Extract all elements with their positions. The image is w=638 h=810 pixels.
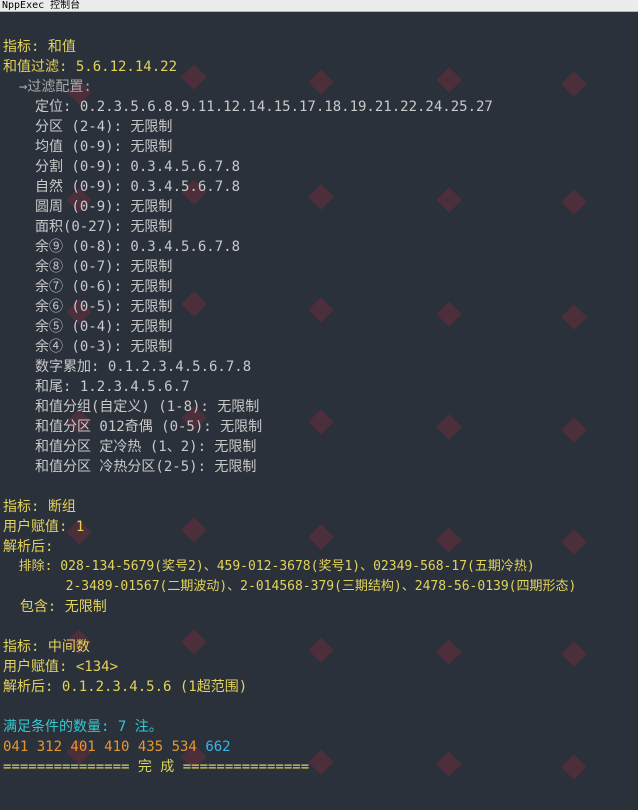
watermark-diamond-icon [308, 69, 334, 95]
config-item: 和值分区 定冷热 (1、2): 无限制 [35, 439, 257, 455]
watermark-diamond-icon [308, 184, 334, 210]
watermark-diamond-icon [436, 301, 462, 327]
watermark-diamond-icon [561, 71, 587, 97]
section-header-break-group: 指标: 断组 [3, 499, 76, 515]
sum-filter-line: 和值过滤: 5.6.12.14.22 [3, 59, 178, 75]
done-banner: =============== 完 成 =============== [3, 759, 310, 775]
watermark-diamond-icon [436, 67, 462, 93]
config-item: 圆周 (0-9): 无限制 [35, 199, 173, 215]
watermark-diamond-icon [181, 64, 207, 90]
config-item: 和值分区 012奇偶 (0-5): 无限制 [35, 419, 263, 435]
watermark-diamond-icon [561, 529, 587, 555]
watermark-diamond-icon [561, 754, 587, 780]
result-count: 满足条件的数量: 7 注。 [3, 719, 163, 735]
config-item: 余⑧ (0-7): 无限制 [35, 259, 173, 275]
config-item: 和尾: 1.2.3.4.5.6.7 [35, 379, 190, 395]
watermark-diamond-icon [436, 527, 462, 553]
result-numbers-blue: 662 [205, 739, 231, 755]
parsed-line: 解析后: 0.1.2.3.4.5.6 (1超范围) [3, 679, 248, 695]
watermark-diamond-icon [308, 409, 334, 435]
watermark-diamond-icon [561, 189, 587, 215]
window-title: NppExec 控制台 [2, 0, 81, 11]
config-item: 余⑥ (0-5): 无限制 [35, 299, 173, 315]
config-item: 定位: 0.2.3.5.6.8.9.11.12.14.15.17.18.19.2… [35, 99, 493, 115]
watermark-diamond-icon [561, 417, 587, 443]
exclude-line-continued: 2-3489-01567(二期波动)、2-014568-379(三期结构)、24… [3, 579, 577, 594]
window-title-bar: NppExec 控制台 [0, 0, 638, 12]
watermark-diamond-icon [436, 751, 462, 777]
config-item: 自然 (0-9): 0.3.4.5.6.7.8 [35, 179, 241, 195]
config-item: 余⑤ (0-4): 无限制 [35, 319, 173, 335]
config-item: 分区 (2-4): 无限制 [35, 119, 173, 135]
exclude-line: 排除: 028-134-5679(奖号2)、459-012-3678(奖号1)、… [3, 559, 535, 574]
result-numbers-orange: 041 312 401 410 435 534 [3, 739, 197, 755]
watermark-diamond-icon [561, 304, 587, 330]
config-item: 余⑨ (0-8): 0.3.4.5.6.7.8 [35, 239, 241, 255]
watermark-diamond-icon [181, 291, 207, 317]
watermark-diamond-icon [308, 637, 334, 663]
watermark-diamond-icon [436, 187, 462, 213]
watermark-diamond-icon [308, 524, 334, 550]
config-item: 余⑦ (0-6): 无限制 [35, 279, 173, 295]
config-item: 均值 (0-9): 无限制 [35, 139, 173, 155]
watermark-diamond-icon [308, 749, 334, 775]
section-header-median: 指标: 中间数 [3, 639, 90, 655]
config-item: 和值分区 冷热分区(2-5): 无限制 [35, 459, 257, 475]
user-value-line: 用户赋值: <134> [3, 659, 119, 675]
config-item: 数字累加: 0.1.2.3.4.5.6.7.8 [35, 359, 252, 375]
filter-config-label: →过滤配置: [19, 79, 92, 95]
parsed-label: 解析后: [3, 539, 54, 555]
result-numbers: 041 312 401 410 435 534 662 [3, 737, 231, 757]
watermark-diamond-icon [436, 414, 462, 440]
watermark-diamond-icon [181, 517, 207, 543]
console-output[interactable]: 指标: 和值 和值过滤: 5.6.12.14.22 →过滤配置: 定位: 0.2… [0, 13, 638, 810]
config-item: 面积(0-27): 无限制 [35, 219, 173, 235]
watermark-diamond-icon [308, 297, 334, 323]
watermark-diamond-icon [561, 641, 587, 667]
section-header-sum: 指标: 和值 [3, 39, 76, 55]
config-item: 余④ (0-3): 无限制 [35, 339, 173, 355]
include-line: 包含: 无限制 [3, 599, 107, 615]
config-item: 和值分组(自定义) (1-8): 无限制 [35, 399, 260, 415]
watermark-diamond-icon [181, 629, 207, 655]
user-value-line: 用户赋值: 1 [3, 519, 85, 535]
config-item: 分割 (0-9): 0.3.4.5.6.7.8 [35, 159, 241, 175]
watermark-diamond-icon [436, 639, 462, 665]
